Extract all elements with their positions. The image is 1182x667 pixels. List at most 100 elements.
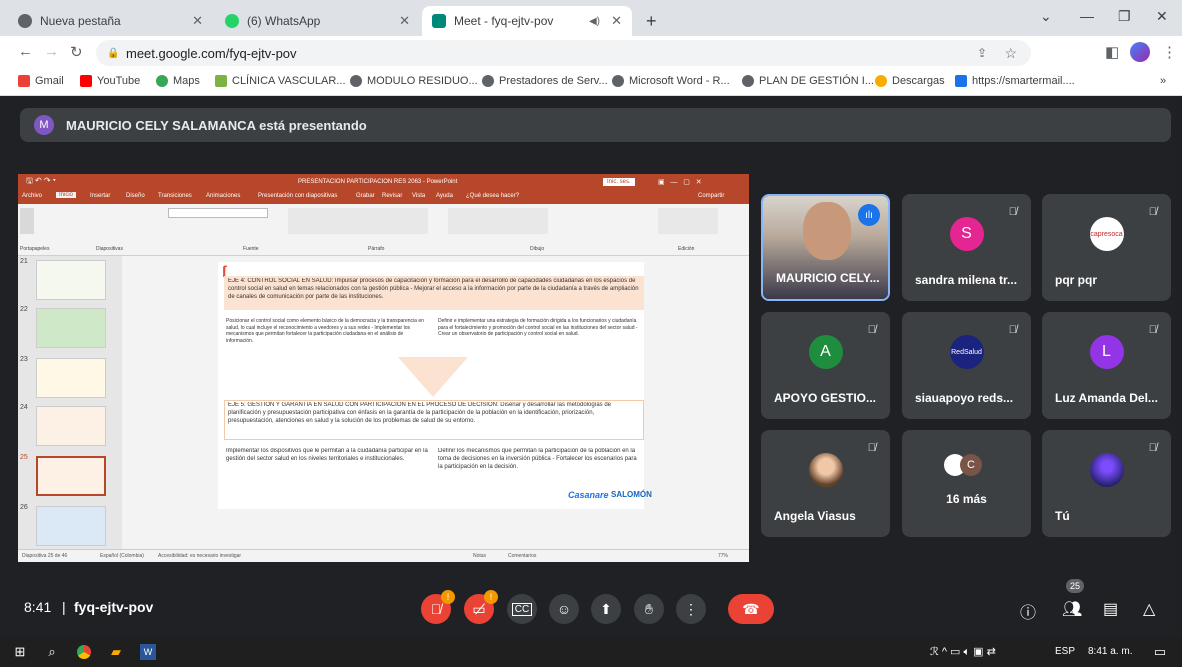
- slide-thumb[interactable]: [36, 506, 106, 546]
- windows-start-icon[interactable]: ⊞: [12, 644, 28, 660]
- ppt-tab-grabar[interactable]: Grabar: [356, 193, 375, 199]
- close-window-icon[interactable]: ✕: [1156, 8, 1168, 25]
- back-icon[interactable]: ←: [18, 43, 33, 60]
- file-explorer-icon[interactable]: ▰: [108, 644, 124, 660]
- slide-thumb[interactable]: [36, 308, 106, 348]
- close-icon[interactable]: ✕: [611, 13, 622, 29]
- ppt-tab-archivo[interactable]: Archivo: [22, 193, 42, 199]
- ppt-quick-access: 🖫 ↶ ↷ ▾: [26, 176, 56, 185]
- input-lang[interactable]: ESP: [1055, 646, 1075, 657]
- participant-tile-apoyo[interactable]: 🎙̸ A APOYO GESTIO...: [761, 312, 890, 419]
- slide-thumb[interactable]: [36, 406, 106, 446]
- present-button[interactable]: ⬆︎: [591, 594, 621, 624]
- url-text: meet.google.com/fyq-ejtv-pov: [126, 45, 297, 61]
- ppt-tab-vista[interactable]: Vista: [412, 193, 425, 199]
- bookmark-descargas[interactable]: Descargas: [875, 75, 945, 87]
- word-icon[interactable]: W: [140, 644, 156, 660]
- leave-call-button[interactable]: ☎︎: [728, 594, 774, 624]
- participant-tile-mauricio[interactable]: ılı MAURICIO CELY...: [761, 194, 890, 301]
- slide-thumb[interactable]: [36, 358, 106, 398]
- ppt-tab-search[interactable]: ¿Qué desea hacer?: [466, 193, 519, 199]
- bookmark-star-icon[interactable]: ☆: [1004, 45, 1017, 62]
- raise-hand-button[interactable]: ✋︎: [634, 594, 664, 624]
- bookmarks-overflow[interactable]: »: [1160, 75, 1166, 87]
- mic-toggle-button[interactable]: 🎙̸!: [421, 590, 455, 624]
- url-input[interactable]: 🔒 meet.google.com/fyq-ejtv-pov ⇪ ☆: [96, 40, 1031, 66]
- ppt-signin[interactable]: Inic. ses.: [603, 178, 635, 186]
- ppt-tab-animaciones[interactable]: Animaciones: [206, 193, 240, 199]
- restore-icon[interactable]: ❐: [1118, 8, 1131, 25]
- whatsapp-icon: [225, 14, 239, 28]
- clock[interactable]: 8:41 a. m.: [1088, 646, 1132, 657]
- ppt-share[interactable]: Compartir: [698, 193, 724, 199]
- camera-toggle-button[interactable]: ▭̸!: [464, 590, 498, 624]
- slide-thumb-selected[interactable]: [36, 456, 106, 496]
- status-comments[interactable]: Comentarios: [508, 553, 536, 559]
- participant-tile-pqr[interactable]: 🎙̸ capresoca pqr pqr: [1042, 194, 1171, 301]
- status-accessibility[interactable]: Accesibilidad: es necesario investigar: [158, 553, 241, 559]
- participant-tile-siauapoyo[interactable]: 🎙̸ RedSalud siauapoyo reds...: [902, 312, 1031, 419]
- bookmark-youtube[interactable]: YouTube: [80, 75, 140, 87]
- eje4-title: EJE 4: CONTROL SOCIAL EN SALUD: Impulsar…: [228, 278, 639, 300]
- activities-button[interactable]: △: [1143, 599, 1155, 619]
- bookmark-modulo[interactable]: MODULO RESIDUO...: [350, 75, 478, 87]
- ppt-tab-inicio[interactable]: Inicio: [56, 192, 77, 198]
- bookmark-plan[interactable]: PLAN DE GESTIÓN I...: [742, 75, 874, 87]
- ppt-tab-revisar[interactable]: Revisar: [382, 193, 402, 199]
- close-icon[interactable]: ✕: [192, 13, 203, 29]
- status-notes[interactable]: Notas: [473, 553, 486, 559]
- bookmark-maps[interactable]: Maps: [156, 75, 200, 87]
- bookmark-clinica[interactable]: CLÍNICA VASCULAR...: [215, 75, 346, 87]
- reactions-button[interactable]: ☺: [549, 594, 579, 624]
- bookmark-gmail[interactable]: Gmail: [18, 75, 64, 87]
- bookmark-word[interactable]: Microsoft Word - R...: [612, 75, 730, 87]
- participant-tile-luz[interactable]: 🎙̸ L Luz Amanda Del...: [1042, 312, 1171, 419]
- slide-thumbnails: 21 22 23 24 25 26: [18, 256, 122, 549]
- participant-tile-angela[interactable]: 🎙̸ Angela Viasus: [761, 430, 890, 537]
- chrome-taskbar-icon[interactable]: [76, 644, 92, 660]
- ppt-tab-presentacion[interactable]: Presentación con diapositivas: [258, 193, 337, 199]
- new-tab-button[interactable]: +: [636, 6, 667, 36]
- participant-tile-sandra[interactable]: 🎙̸ S sandra milena tr...: [902, 194, 1031, 301]
- chat-button[interactable]: ▤: [1103, 599, 1118, 619]
- menu-icon[interactable]: ⋮: [1162, 43, 1177, 61]
- people-button[interactable]: 👥︎ 25: [1062, 579, 1085, 619]
- participant-tile-more[interactable]: C 16 más: [902, 430, 1031, 537]
- audio-playing-icon[interactable]: ◀︎): [589, 16, 600, 27]
- minimize-icon[interactable]: —: [1080, 8, 1094, 24]
- info-button[interactable]: ⓘ: [1020, 599, 1036, 623]
- side-panel-icon[interactable]: ◧: [1105, 43, 1119, 61]
- tab-new-tab[interactable]: Nueva pestaña ✕: [8, 6, 213, 36]
- profile-avatar[interactable]: [1130, 42, 1150, 62]
- ppt-tab-diseno[interactable]: Diseño: [126, 193, 145, 199]
- captions-button[interactable]: CC: [507, 594, 537, 624]
- globe-icon: [482, 75, 494, 87]
- avatar: L: [1089, 335, 1124, 369]
- tab-whatsapp[interactable]: (6) WhatsApp ✕: [215, 6, 420, 36]
- ppt-tab-insertar[interactable]: Insertar: [90, 193, 110, 199]
- close-icon[interactable]: ✕: [399, 13, 410, 29]
- folder-icon: [875, 75, 887, 87]
- more-options-button[interactable]: ⋮: [676, 594, 706, 624]
- shared-screen: 🖫 ↶ ↷ ▾ PRESENTACION PARTICIPACION RES 2…: [18, 174, 749, 562]
- status-zoom[interactable]: 77%: [718, 553, 728, 559]
- tab-meet[interactable]: Meet - fyq-ejtv-pov ◀︎) ✕: [422, 6, 632, 36]
- ppt-tab-ayuda[interactable]: Ayuda: [436, 193, 453, 199]
- forward-icon[interactable]: →: [44, 43, 59, 60]
- activities-icon: △: [1143, 601, 1156, 618]
- reload-icon[interactable]: ↻: [70, 43, 83, 61]
- tab-search-icon[interactable]: ⌄: [1040, 8, 1052, 25]
- share-icon[interactable]: ⇪: [977, 46, 987, 60]
- participant-tile-self[interactable]: 🎙̸ Tú: [1042, 430, 1171, 537]
- slide-thumb[interactable]: [36, 260, 106, 300]
- bookmark-smartermail[interactable]: https://smartermail....: [955, 75, 1075, 87]
- participant-name: sandra milena tr...: [915, 273, 1018, 287]
- ppt-tab-transiciones[interactable]: Transiciones: [158, 193, 192, 199]
- eje5-right: Definir los mecanismos que permitan la p…: [438, 448, 637, 470]
- casanare-logo: Casanare: [568, 490, 609, 500]
- notification-icon[interactable]: ▭: [1152, 644, 1168, 660]
- bookmark-prestadores[interactable]: Prestadores de Serv...: [482, 75, 608, 87]
- redsalud-logo: RedSalud: [949, 335, 984, 369]
- ribbon-label: Diapositivas: [96, 246, 123, 252]
- search-icon[interactable]: ⌕: [44, 644, 60, 660]
